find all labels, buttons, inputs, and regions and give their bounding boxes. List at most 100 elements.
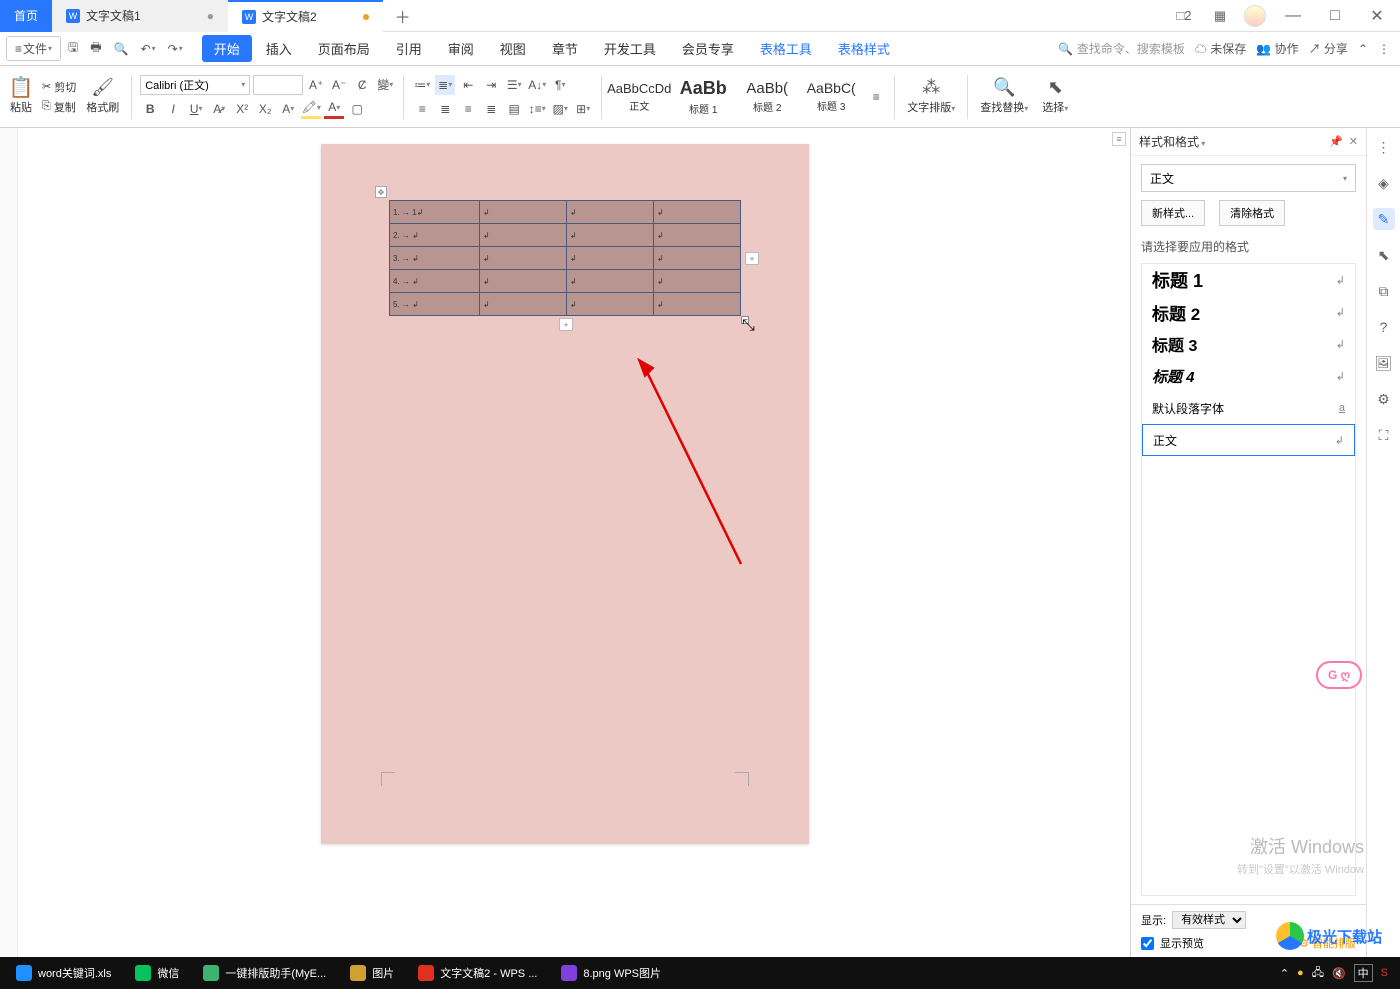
style-h3[interactable]: AaBbC( 标题 3 <box>802 78 860 115</box>
taskbar-item[interactable]: 8.png WPS图片 <box>551 959 671 987</box>
new-style-button[interactable]: 新样式... <box>1141 200 1205 226</box>
phonetic-icon[interactable]: 變▾ <box>375 75 395 95</box>
menutab-reference[interactable]: 引用 <box>384 35 434 62</box>
findreplace-group[interactable]: 🔍 查找替换▾ <box>976 69 1032 125</box>
numbering-button[interactable]: ≣▾ <box>435 75 455 95</box>
link-icon[interactable]: ⧉ <box>1373 280 1395 302</box>
style-item-h4[interactable]: 标题 4↲ <box>1142 360 1355 392</box>
table-cell[interactable]: ↲ <box>654 224 741 247</box>
pencil-icon[interactable]: ✎ <box>1373 208 1395 230</box>
gear-icon[interactable]: ⚙ <box>1373 388 1395 410</box>
align-left-button[interactable]: ≡ <box>412 99 432 119</box>
tab-home[interactable]: 首页 <box>0 0 52 32</box>
help-icon[interactable]: ? <box>1373 316 1395 338</box>
picture-icon[interactable]: 🖼 <box>1373 352 1395 374</box>
table-cell[interactable]: 3. → ↲ <box>390 247 480 270</box>
minimize-button[interactable]: — <box>1278 2 1308 30</box>
add-row-button[interactable]: + <box>559 318 573 331</box>
bullets-button[interactable]: ≔▾ <box>412 75 432 95</box>
scroll-indicator[interactable]: ≡ <box>1112 132 1126 146</box>
tray-net-icon[interactable]: 🖧 <box>1312 964 1324 983</box>
table-cell[interactable]: ↲ <box>567 293 654 316</box>
align-justify-button[interactable]: ≣ <box>481 99 501 119</box>
table-cell[interactable]: ↲ <box>480 201 567 224</box>
indent-dec-button[interactable]: ⇤ <box>458 75 478 95</box>
table-cell[interactable]: ↲ <box>654 270 741 293</box>
pin-icon[interactable]: 📌 <box>1329 135 1343 148</box>
menutab-tablestyle[interactable]: 表格样式 <box>826 35 902 62</box>
style-item-body[interactable]: 正文↲ <box>1142 424 1355 456</box>
table-cell[interactable]: ↲ <box>480 293 567 316</box>
indent-inc-button[interactable]: ⇥ <box>481 75 501 95</box>
table-cell[interactable]: 4. → ↲ <box>390 270 480 293</box>
unsaved-indicator[interactable]: ☁ 未保存 <box>1195 40 1246 57</box>
layout1-icon[interactable]: □2 <box>1172 4 1196 28</box>
grow-font-icon[interactable]: A⁺ <box>306 75 326 95</box>
paste-group[interactable]: 📋 粘贴 <box>6 69 36 125</box>
menutab-view[interactable]: 视图 <box>488 35 538 62</box>
menutab-tabletools[interactable]: 表格工具 <box>748 35 824 62</box>
add-column-button[interactable]: + <box>745 252 759 265</box>
menutab-member[interactable]: 会员专享 <box>670 35 746 62</box>
menutab-start[interactable]: 开始 <box>202 35 252 62</box>
style-item-h3[interactable]: 标题 3↲ <box>1142 328 1355 360</box>
showmarks-button[interactable]: ¶▾ <box>550 75 570 95</box>
style-item-h2[interactable]: 标题 2↲ <box>1142 296 1355 328</box>
menutab-review[interactable]: 审阅 <box>436 35 486 62</box>
italic-button[interactable]: I <box>163 99 183 119</box>
border-button[interactable]: ⊞▾ <box>573 99 593 119</box>
menutab-devtools[interactable]: 开发工具 <box>592 35 668 62</box>
show-select[interactable]: 有效样式 <box>1172 911 1246 929</box>
tray-ime[interactable]: 中 <box>1354 964 1373 982</box>
select-group[interactable]: ⬉ 选择▾ <box>1038 69 1072 125</box>
strike-button[interactable]: A̷▾ <box>209 99 229 119</box>
bold-button[interactable]: B <box>140 99 160 119</box>
print-icon[interactable]: 🖶 <box>85 35 106 62</box>
superscript-button[interactable]: X² <box>232 99 252 119</box>
underline-button[interactable]: U▾ <box>186 99 206 119</box>
tray-chevron-icon[interactable]: ⌃ <box>1280 967 1289 980</box>
table-cell[interactable]: ↲ <box>480 270 567 293</box>
table-cell[interactable]: 5. → ↲ <box>390 293 480 316</box>
shrink-font-icon[interactable]: A⁻ <box>329 75 349 95</box>
close-button[interactable]: ✕ <box>1362 2 1392 30</box>
chat-bubble[interactable]: G ღ <box>1316 661 1362 689</box>
style-h1[interactable]: AaBb 标题 1 <box>674 76 732 118</box>
table-cell[interactable]: ↲ <box>654 247 741 270</box>
close-icon[interactable]: ● <box>207 9 214 23</box>
redo-button[interactable]: ↷▾ <box>163 39 188 59</box>
table-cell[interactable]: ↲ <box>480 247 567 270</box>
taskbar-item[interactable]: 微信 <box>125 959 189 987</box>
fontart-button[interactable]: A▾ <box>278 99 298 119</box>
table-cell[interactable]: ↲ <box>567 270 654 293</box>
taskbar-item[interactable]: word关键词.xls <box>6 959 121 987</box>
maximize-button[interactable]: □ <box>1320 2 1350 30</box>
textlayout-group[interactable]: ⁂ 文字排版▾ <box>903 69 959 125</box>
layout2-icon[interactable]: ▦ <box>1208 4 1232 28</box>
cursor-icon[interactable]: ⬉ <box>1373 244 1395 266</box>
taskbar-item[interactable]: 图片 <box>340 959 404 987</box>
preview-checkbox[interactable] <box>1141 937 1154 950</box>
cut-button[interactable]: ✂ 剪切 <box>42 79 76 95</box>
align-center-button[interactable]: ≣ <box>435 99 455 119</box>
style-h2[interactable]: AaBb( 标题 2 <box>738 78 796 116</box>
formatbrush-group[interactable]: 🖌 格式刷 <box>82 69 123 125</box>
taskbar-item[interactable]: 文字文稿2 - WPS ... <box>408 959 547 987</box>
charshade-button[interactable]: ▢ <box>347 99 367 119</box>
lineheight-button[interactable]: ↕≡▾ <box>527 99 547 119</box>
tray-volume-icon[interactable]: 🔇 <box>1332 967 1346 980</box>
shade-button[interactable]: ▨▾ <box>550 99 570 119</box>
size-selector[interactable] <box>253 75 303 95</box>
table-cell[interactable]: ↲ <box>654 201 741 224</box>
collapse-ribbon-icon[interactable]: ⌃ <box>1358 42 1368 56</box>
document-canvas[interactable]: ✥ 1. → 1↲↲↲↲ 2. → ↲↲↲↲ 3. → ↲↲↲↲ 4. → ↲↲… <box>0 128 1130 957</box>
highlight-button[interactable]: 🖍▾ <box>301 99 321 119</box>
clear-format-icon[interactable]: Ȼ <box>352 75 372 95</box>
align-right-button[interactable]: ≡ <box>458 99 478 119</box>
table-cell[interactable]: 1. → 1↲ <box>390 201 480 224</box>
fontcolor-button[interactable]: A▾ <box>324 99 344 119</box>
clear-format-button[interactable]: 清除格式 <box>1219 200 1285 226</box>
preview-icon[interactable]: 🔍 <box>109 39 134 59</box>
sort-button[interactable]: A↓▾ <box>527 75 547 95</box>
menutab-insert[interactable]: 插入 <box>254 35 304 62</box>
